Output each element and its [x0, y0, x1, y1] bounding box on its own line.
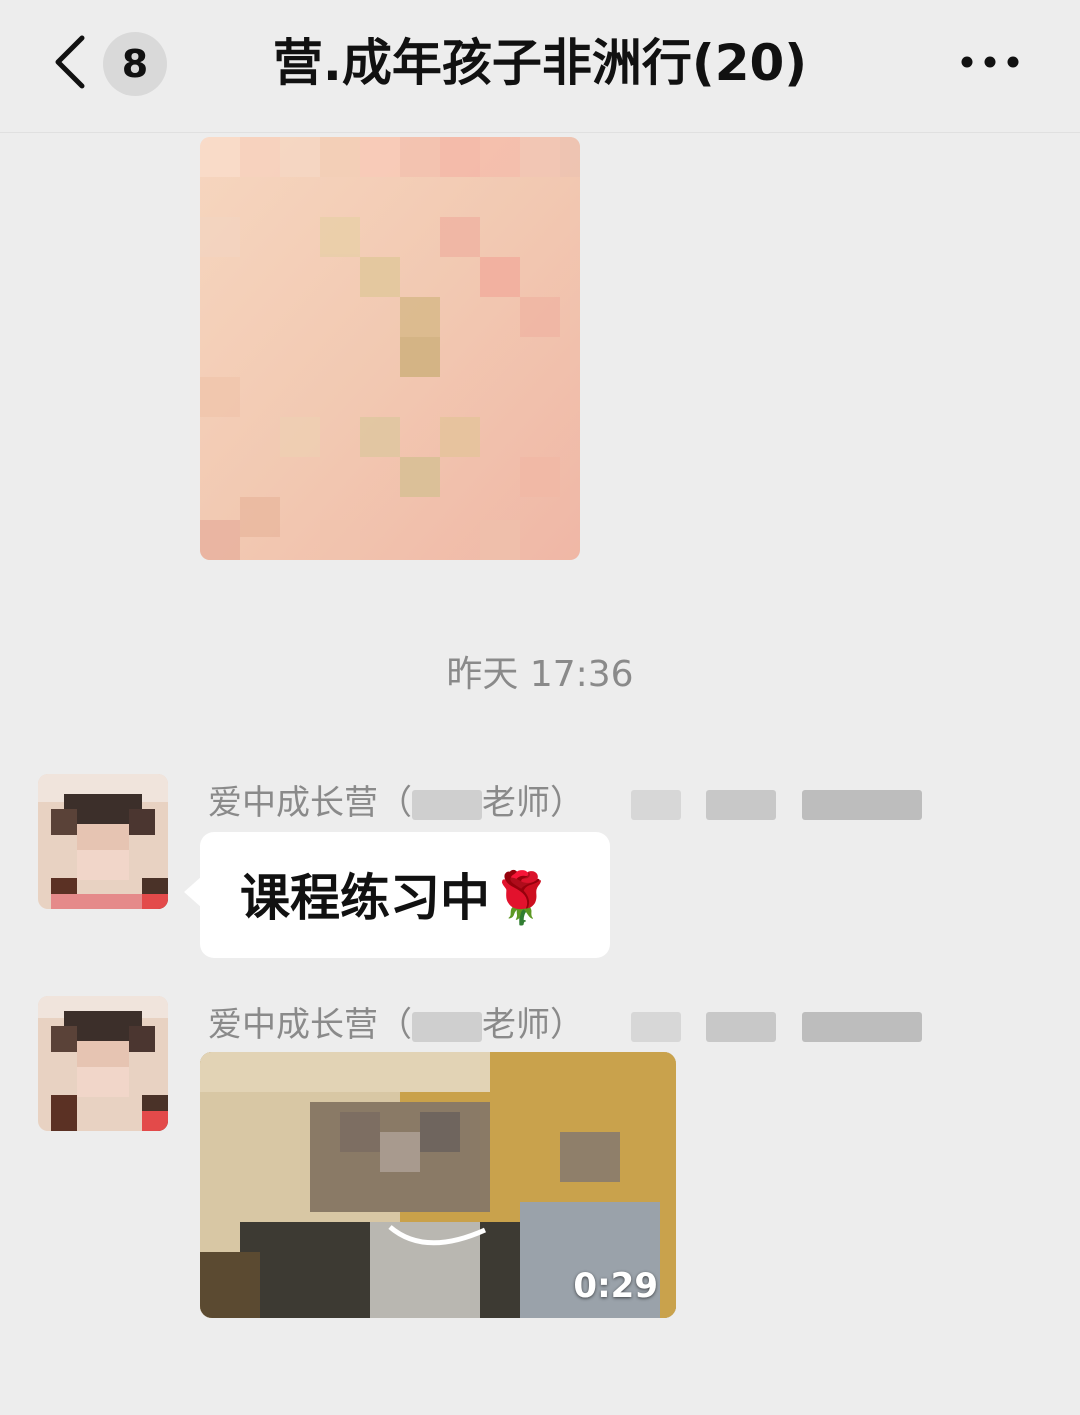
video-duration: 0:29 [573, 1266, 658, 1306]
chat-header: 8 营.成年孩子非洲行(20) [0, 0, 1080, 133]
avatar[interactable] [38, 996, 168, 1131]
unread-count-badge: 8 [103, 32, 167, 96]
pixelated-image [200, 137, 580, 560]
back-button[interactable] [48, 30, 98, 94]
redacted-name [412, 1011, 482, 1042]
redacted-text [705, 789, 776, 820]
avatar-image [38, 996, 168, 1131]
chat-screen: 8 营.成年孩子非洲行(20) 昨天 17:36 爱中成长营（ 老师） 课程练习… [0, 0, 1080, 1415]
sender-name: 爱中成长营（ 老师） [208, 780, 923, 826]
sender-name-prefix: 爱中成长营（ [208, 1005, 412, 1045]
message-timestamp: 昨天 17:36 [446, 654, 634, 695]
redacted-name [412, 789, 482, 820]
more-button[interactable] [955, 40, 1025, 84]
redacted-text [705, 1011, 776, 1042]
redacted-text [630, 789, 681, 820]
more-dots-icon [961, 56, 1019, 68]
sender-name-suffix: 老师） [482, 1005, 584, 1045]
text-message-bubble[interactable]: 课程练习中🌹 [184, 832, 610, 958]
video-message[interactable]: 0:29 [200, 1052, 676, 1318]
sender-name-suffix: 老师） [482, 783, 584, 823]
avatar[interactable] [38, 774, 168, 909]
chat-title: 营.成年孩子非洲行(20) [272, 34, 808, 92]
message-text-content: 课程练习中 [240, 869, 490, 927]
message-text: 课程练习中🌹 [240, 868, 552, 928]
chevron-left-icon [55, 35, 85, 89]
redacted-text [802, 1011, 923, 1042]
image-message[interactable] [200, 137, 580, 560]
sender-name-prefix: 爱中成长营（ [208, 783, 412, 823]
avatar-image [38, 774, 168, 909]
sender-name: 爱中成长营（ 老师） [208, 1002, 923, 1048]
rose-emoji-icon: 🌹 [490, 869, 553, 927]
redacted-text [630, 1011, 681, 1042]
redacted-text [802, 789, 923, 820]
